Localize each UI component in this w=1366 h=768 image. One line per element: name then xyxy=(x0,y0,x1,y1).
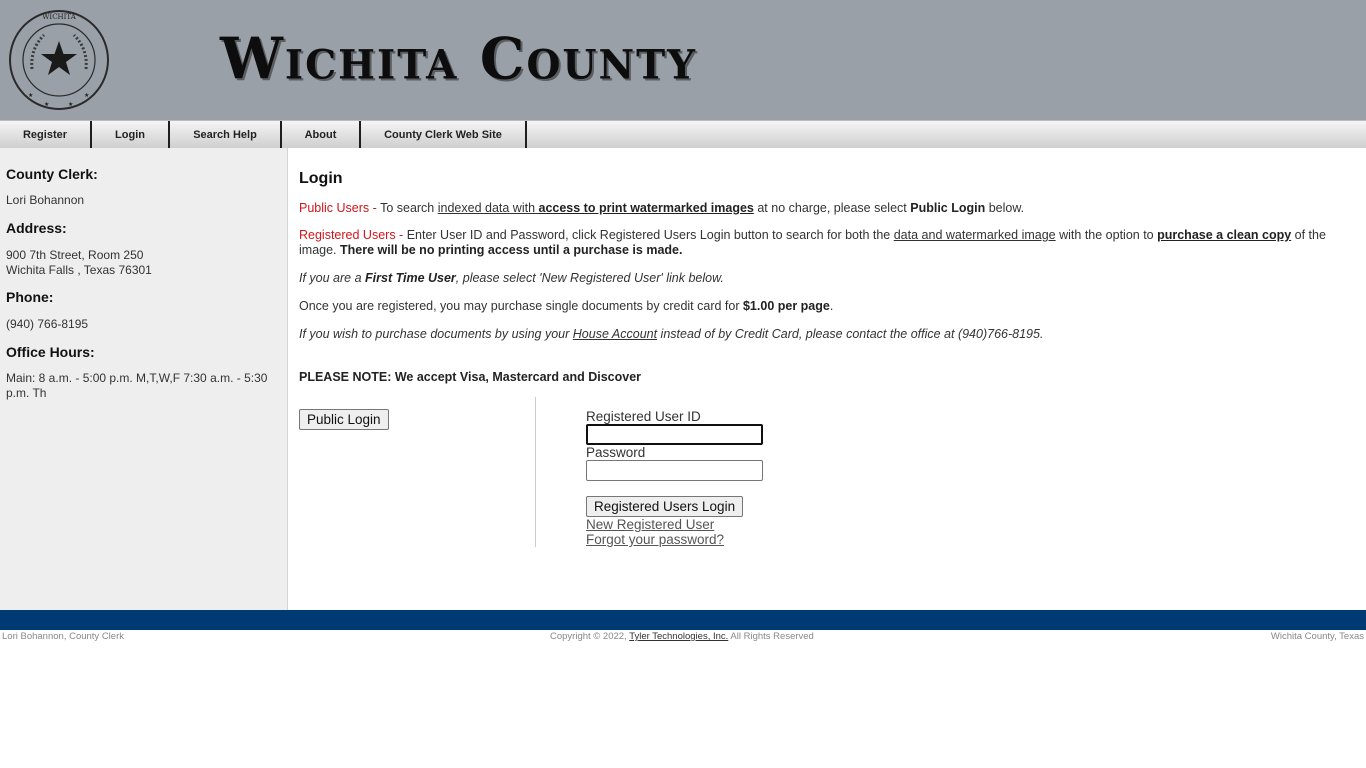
county-seal-logo: WICHITA ★ ★ ★ ★ xyxy=(9,10,109,110)
vertical-divider xyxy=(535,397,536,547)
text: Once you are registered, you may purchas… xyxy=(299,299,743,313)
registered-users-label: Registered Users xyxy=(299,228,396,242)
public-users-info: Public Users - To search indexed data wi… xyxy=(299,201,1349,216)
footer-copyright: Copyright © 2022, Tyler Technologies, In… xyxy=(550,631,814,642)
phone-number: (940) 766-8195 xyxy=(6,317,89,331)
clerk-heading: County Clerk: xyxy=(6,166,98,182)
nav-login[interactable]: Login xyxy=(92,121,170,148)
bold-text: Public Login xyxy=(910,201,986,215)
footer-right: Wichita County, Texas xyxy=(1270,631,1364,642)
new-registered-user-link[interactable]: New Registered User xyxy=(586,517,714,532)
separator: - xyxy=(395,228,407,242)
page-title: Login xyxy=(299,170,343,187)
underlined-bold-text: purchase a clean copy xyxy=(1157,228,1292,242)
price-text: $1.00 per page xyxy=(742,299,830,313)
nav-county-clerk-web-site[interactable]: County Clerk Web Site xyxy=(361,121,527,148)
footer-bar xyxy=(0,610,1366,630)
copyright-suffix: All Rights Reserved xyxy=(728,631,814,642)
public-users-label: Public Users xyxy=(299,201,370,215)
svg-text:★: ★ xyxy=(68,101,73,108)
office-hours: Main: 8 a.m. - 5:00 p.m. M,T,W,F 7:30 a.… xyxy=(6,371,268,400)
underlined-text: indexed data with xyxy=(437,201,539,215)
nav-register[interactable]: Register xyxy=(0,121,92,148)
user-id-label: Registered User ID xyxy=(586,409,701,424)
registered-users-login-button[interactable]: Registered Users Login xyxy=(586,496,744,517)
nav-about[interactable]: About xyxy=(282,121,361,148)
forgot-password-link[interactable]: Forgot your password? xyxy=(586,532,724,547)
bold-text: First Time User xyxy=(365,271,456,285)
separator: - xyxy=(369,201,381,215)
password-label: Password xyxy=(586,445,646,460)
first-time-user-info: If you are a First Time User, please sel… xyxy=(299,271,1349,286)
text: below. xyxy=(985,201,1025,215)
text: at no charge, please select xyxy=(753,201,911,215)
text: To search xyxy=(380,201,438,215)
house-account-text: House Account xyxy=(572,327,658,341)
footer-left: Lori Bohannon, County Clerk xyxy=(2,631,124,642)
county-title: Wichita County xyxy=(220,25,697,93)
tyler-technologies-link[interactable]: Tyler Technologies, Inc. xyxy=(629,631,728,642)
text: , please select 'New Registered User' li… xyxy=(455,271,724,285)
svg-text:★: ★ xyxy=(28,92,33,99)
svg-text:★: ★ xyxy=(84,92,89,99)
registered-users-info: Registered Users - Enter User ID and Pas… xyxy=(299,228,1349,258)
text: instead of by Credit Card, please contac… xyxy=(657,327,1044,341)
text: . xyxy=(829,299,834,313)
address-line-2: Wichita Falls , Texas 76301 xyxy=(6,263,152,277)
main-nav: Register Login Search Help About County … xyxy=(0,120,1366,148)
underlined-bold-text: access to print watermarked images xyxy=(538,201,754,215)
nav-search-help[interactable]: Search Help xyxy=(170,121,282,148)
text: Enter User ID and Password, click Regist… xyxy=(406,228,894,242)
clerk-name: Lori Bohannon xyxy=(6,193,85,207)
public-login-button[interactable]: Public Login xyxy=(299,409,389,430)
purchase-info: Once you are registered, you may purchas… xyxy=(299,299,1349,314)
underlined-text: data and watermarked image xyxy=(893,228,1056,242)
bold-text: There will be no printing access until a… xyxy=(340,243,683,257)
text: If you wish to purchase documents by usi… xyxy=(299,327,573,341)
house-account-info: If you wish to purchase documents by usi… xyxy=(299,327,1349,342)
password-input[interactable] xyxy=(586,460,763,481)
address-line-1: 900 7th Street, Room 250 xyxy=(6,248,144,262)
sidebar: County Clerk: Lori Bohannon Address: 900… xyxy=(0,148,288,610)
user-id-input[interactable] xyxy=(586,424,763,445)
copyright-prefix: Copyright © 2022, xyxy=(550,631,630,642)
text: with the option to xyxy=(1055,228,1158,242)
svg-text:★: ★ xyxy=(44,101,49,108)
svg-text:WICHITA: WICHITA xyxy=(42,13,76,21)
office-hours-heading: Office Hours: xyxy=(6,344,95,360)
site-header: WICHITA ★ ★ ★ ★ Wichita County xyxy=(0,0,1366,120)
text: If you are a xyxy=(299,271,366,285)
payment-note: PLEASE NOTE: We accept Visa, Mastercard … xyxy=(299,370,642,384)
address-heading: Address: xyxy=(6,220,67,236)
phone-heading: Phone: xyxy=(6,289,54,305)
